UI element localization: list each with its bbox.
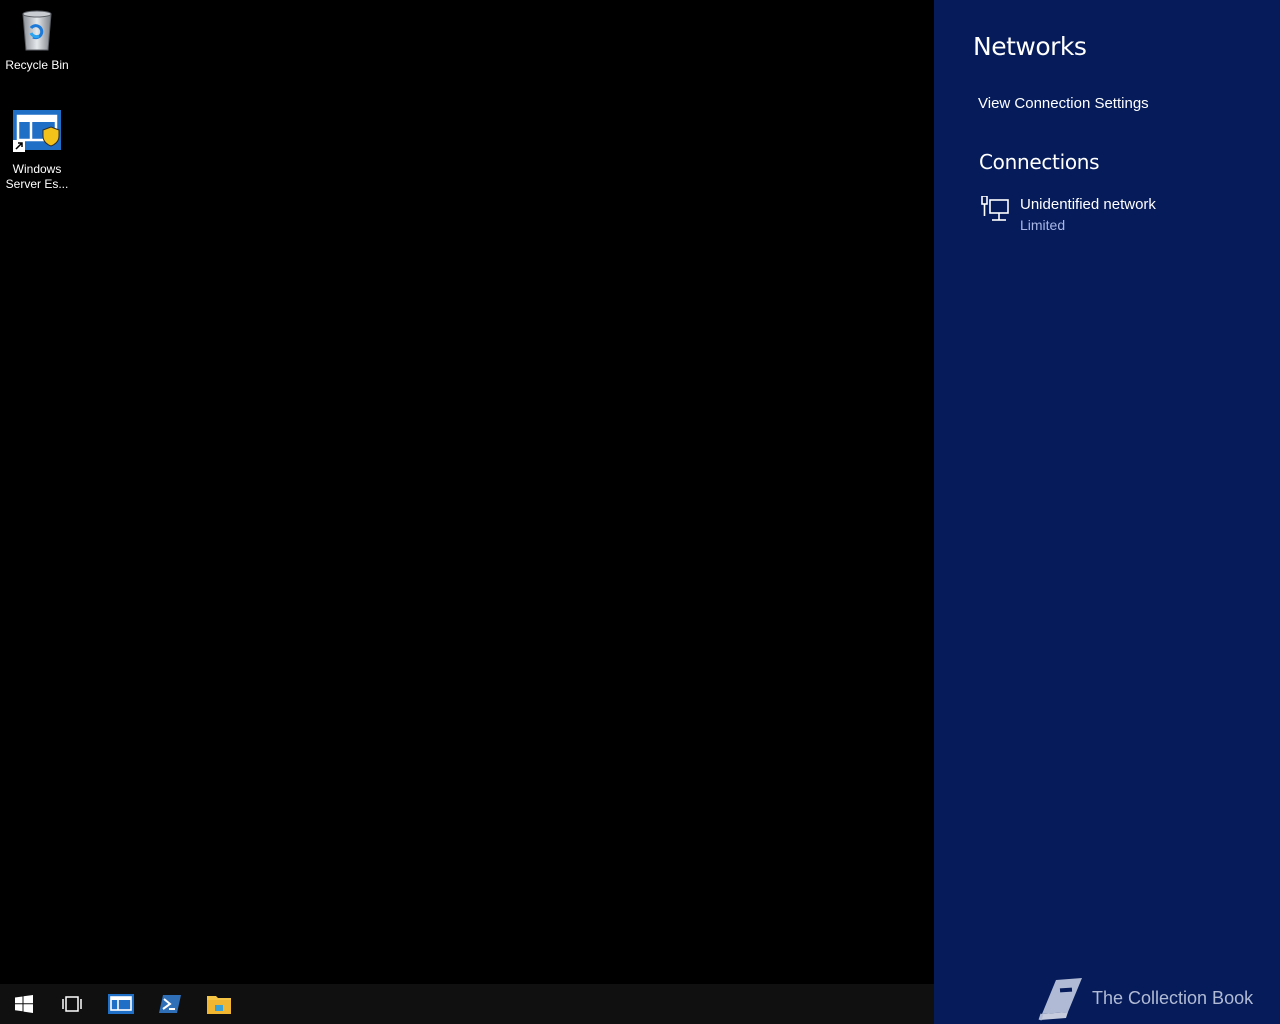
book-icon — [1038, 978, 1082, 1021]
connection-item-unidentified-network[interactable]: Unidentified network Limited — [978, 194, 1258, 238]
desktop-icon-recycle-bin[interactable]: Recycle Bin — [0, 6, 74, 73]
recycle-bin-icon — [13, 6, 61, 54]
taskbar-server-essentials-button[interactable] — [97, 984, 145, 1024]
dashboard-icon — [108, 994, 134, 1014]
networks-panel: Networks View Connection Settings Connec… — [934, 0, 1280, 1024]
desktop-icon-label: Recycle Bin — [5, 58, 69, 72]
connection-status: Limited — [1020, 217, 1066, 233]
desktop-icon-label-line1: Windows — [12, 162, 62, 176]
desktop-icon-label-line2: Server Es... — [5, 177, 69, 191]
taskbar-powershell-button[interactable] — [146, 984, 194, 1024]
connection-name: Unidentified network — [1020, 196, 1156, 213]
taskbar — [0, 984, 934, 1024]
windows-server-essentials-dashboard-icon — [13, 110, 61, 158]
connections-heading: Connections — [979, 150, 1100, 174]
task-view-button[interactable] — [48, 984, 96, 1024]
task-view-icon — [62, 996, 82, 1012]
folder-icon — [207, 996, 231, 1014]
view-connection-settings-link[interactable]: View Connection Settings — [978, 95, 1149, 112]
desktop: Recycle Bin Windows Server Es... — [0, 0, 934, 984]
watermark-text: The Collection Book — [1092, 988, 1254, 1008]
wired-network-icon — [981, 196, 1009, 221]
windows-logo-icon — [15, 995, 33, 1013]
panel-title: Networks — [973, 32, 1087, 61]
watermark: The Collection Book — [1030, 974, 1270, 1024]
start-button[interactable] — [0, 984, 48, 1024]
taskbar-file-explorer-button[interactable] — [195, 984, 243, 1024]
powershell-icon — [159, 995, 181, 1013]
desktop-icon-windows-server-essentials[interactable]: Windows Server Es... — [0, 110, 74, 192]
